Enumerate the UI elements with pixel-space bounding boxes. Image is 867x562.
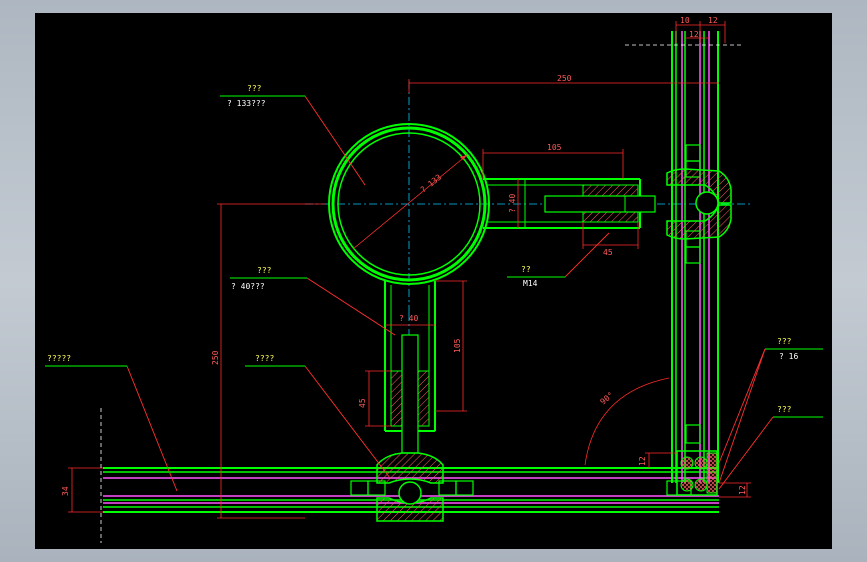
label-handrail-title: ??? bbox=[247, 84, 262, 93]
corner-section bbox=[676, 450, 718, 496]
label-right-top-spec: ? 16 bbox=[779, 352, 798, 361]
bottom-clamp bbox=[376, 452, 444, 522]
dim-post-dia: ? 40 bbox=[399, 314, 418, 323]
right-panel bbox=[671, 31, 719, 483]
label-lower-mid: ???? bbox=[245, 354, 305, 367]
pipe-diameter-dim: ? 133 bbox=[419, 173, 444, 195]
dim-arm-dia: ? 40 bbox=[508, 194, 517, 213]
cad-drawing: ? 133 250 250 105 45 ? 40 105 45 ? 40 34… bbox=[45, 16, 823, 543]
right-panel-blocks bbox=[685, 144, 701, 444]
dim-top-span: 250 bbox=[557, 74, 572, 83]
post-bolt bbox=[401, 334, 419, 454]
label-right-top-title: ??? bbox=[777, 337, 792, 346]
label-handrail-spec: ? 133??? bbox=[227, 99, 266, 108]
arm-bolt bbox=[544, 195, 656, 213]
label-bolt-title: ?? bbox=[521, 265, 531, 274]
dim-left-span: 250 bbox=[211, 350, 220, 365]
label-post-title: ??? bbox=[257, 266, 272, 275]
dim-arm-insert: 45 bbox=[603, 248, 613, 257]
label-right-top: ??? ? 16 bbox=[765, 337, 823, 361]
dim-post-insert: 45 bbox=[358, 398, 367, 408]
label-post-spec: ? 40??? bbox=[231, 282, 265, 291]
label-bolt-spec: M14 bbox=[523, 279, 538, 288]
dim-top-12b: 12 bbox=[689, 30, 699, 39]
dim-top-10: 10 bbox=[680, 16, 690, 25]
dim-post-length: 105 bbox=[453, 338, 462, 353]
dim-arm-length: 105 bbox=[547, 143, 562, 152]
dim-panel-thickness: 34 bbox=[61, 486, 70, 496]
dim-gap-left: 12 bbox=[638, 456, 647, 466]
dim-angle: 90° bbox=[599, 390, 616, 406]
diameter-line bbox=[352, 154, 468, 250]
label-right-bottom: ??? bbox=[773, 405, 823, 418]
label-post: ??? ? 40??? bbox=[230, 266, 307, 291]
dim-gap-right: 12 bbox=[738, 485, 747, 495]
label-handrail: ??? ? 133??? bbox=[220, 84, 305, 108]
label-left-panel-title: ????? bbox=[47, 354, 71, 363]
cad-drawing-canvas: ? 133 250 250 105 45 ? 40 105 45 ? 40 34… bbox=[35, 13, 832, 549]
label-right-bottom-title: ??? bbox=[777, 405, 792, 414]
label-lower-mid-title: ???? bbox=[255, 354, 274, 363]
centerlines bbox=[305, 81, 750, 443]
label-left-panel: ????? bbox=[45, 354, 127, 367]
label-bolt: ?? M14 bbox=[507, 265, 565, 288]
dim-top-12: 12 bbox=[708, 16, 718, 25]
